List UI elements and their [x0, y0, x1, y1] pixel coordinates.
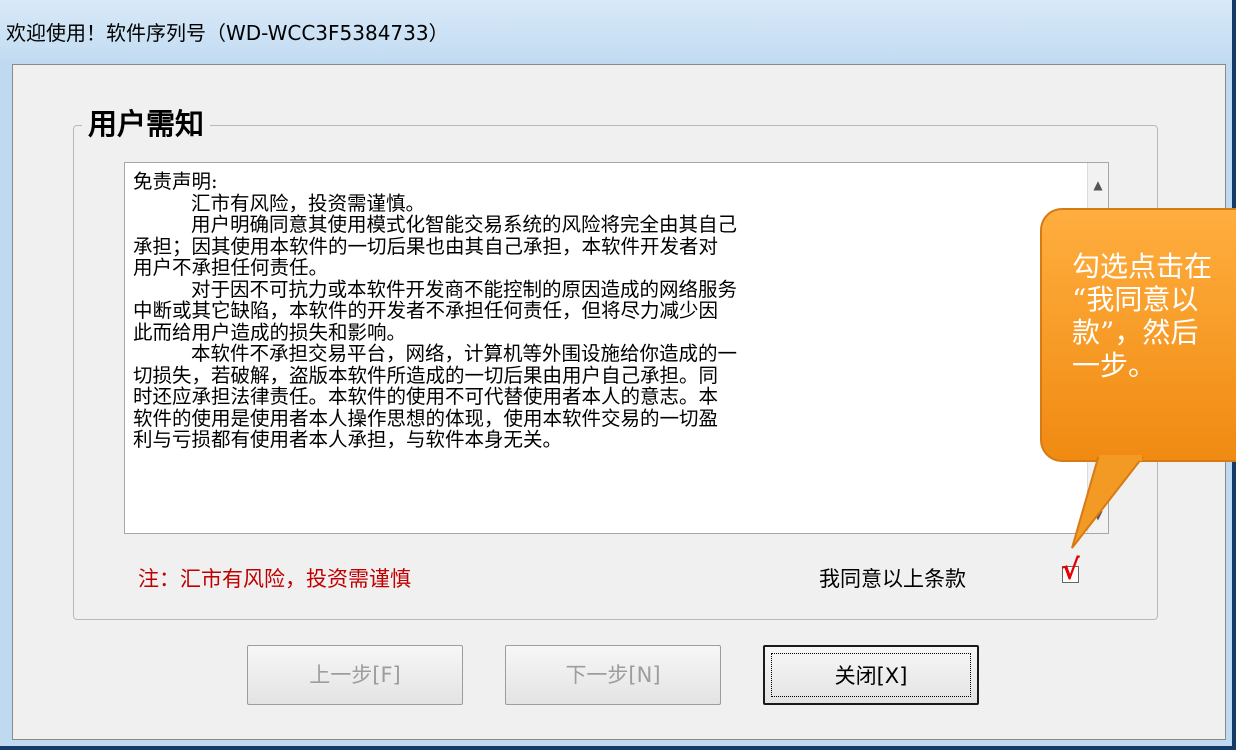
- agreement-line: 免责声明:: [133, 171, 218, 193]
- agreement-line: 对于因不可抗力或本软件开发商不能控制的原因造成的网络服务: [191, 278, 738, 300]
- checkmark-icon: √: [1061, 553, 1080, 586]
- agreement-textbox[interactable]: 免责声明: 汇市有风险，投资需谨慎。 用户明确同意其使用模式化智能交易系统的风险…: [124, 162, 1109, 534]
- next-step-button[interactable]: 下一步[N]: [505, 645, 721, 705]
- title-bar[interactable]: 欢迎使用！软件序列号（WD-WCC3F5384733）: [0, 0, 1232, 60]
- agreement-line: 用户不承担任何责任。: [133, 257, 329, 279]
- agreement-line: 汇市有风险，投资需谨慎。: [191, 192, 426, 214]
- dialog-window: 欢迎使用！软件序列号（WD-WCC3F5384733） 用户需知 免责声明: 汇…: [0, 0, 1236, 750]
- agreement-line: 此而给用户造成的损失和影响。: [133, 321, 407, 343]
- agreement-line: 时还应承担法律责任。本软件的使用不可代替使用者本人的意志。本: [133, 386, 719, 408]
- agreement-line: 利与亏损都有使用者本人承担，与软件本身无关。: [133, 429, 563, 451]
- user-notice-group: 用户需知 免责声明: 汇市有风险，投资需谨慎。 用户明确同意其使用模式化智能交易…: [73, 102, 1158, 620]
- close-button-label: 关闭[X]: [834, 664, 908, 688]
- callout-text: 勾选点击在 “我同意以 款”，然后 一步。: [1072, 250, 1236, 382]
- agreement-line: 承担；因其使用本软件的一切后果也由其自己承担，本软件开发者对: [133, 235, 719, 257]
- close-button[interactable]: 关闭[X]: [763, 645, 979, 705]
- window-title: 欢迎使用！软件序列号（WD-WCC3F5384733）: [6, 21, 449, 45]
- group-title: 用户需知: [82, 102, 211, 146]
- agree-terms-checkbox[interactable]: √: [1061, 555, 1080, 585]
- callout-line: 勾选点击在: [1072, 250, 1213, 283]
- agreement-line: 本软件不承担交易平台，网络，计算机等外围设施给你造成的一: [191, 343, 738, 365]
- risk-note: 注：汇市有风险，投资需谨慎: [138, 567, 411, 591]
- scroll-up-icon[interactable]: ▲: [1088, 175, 1108, 195]
- agreement-line: 软件的使用是使用者本人操作思想的体现，使用本软件交易的一切盈: [133, 407, 719, 429]
- agreement-line: 用户明确同意其使用模式化智能交易系统的风险将完全由其自己: [191, 214, 738, 236]
- agreement-text: 免责声明: 汇市有风险，投资需谨慎。 用户明确同意其使用模式化智能交易系统的风险…: [133, 171, 1073, 451]
- callout-line: “我同意以: [1072, 283, 1199, 316]
- callout-line: 款”，然后: [1072, 316, 1199, 349]
- callout-line: 一步。: [1072, 349, 1157, 382]
- scroll-down-icon[interactable]: ▼: [1088, 505, 1108, 525]
- agreement-line: 中断或其它缺陷，本软件的开发者不承担任何责任，但将尽力减少因: [133, 300, 719, 322]
- callout-bubble: 勾选点击在 “我同意以 款”，然后 一步。: [1040, 208, 1236, 462]
- agreement-line: 切损失，若破解，盗版本软件所造成的一切后果由用户自己承担。同: [133, 364, 719, 386]
- agree-terms-label[interactable]: 我同意以上条款: [819, 563, 966, 593]
- prev-step-button[interactable]: 上一步[F]: [247, 645, 463, 705]
